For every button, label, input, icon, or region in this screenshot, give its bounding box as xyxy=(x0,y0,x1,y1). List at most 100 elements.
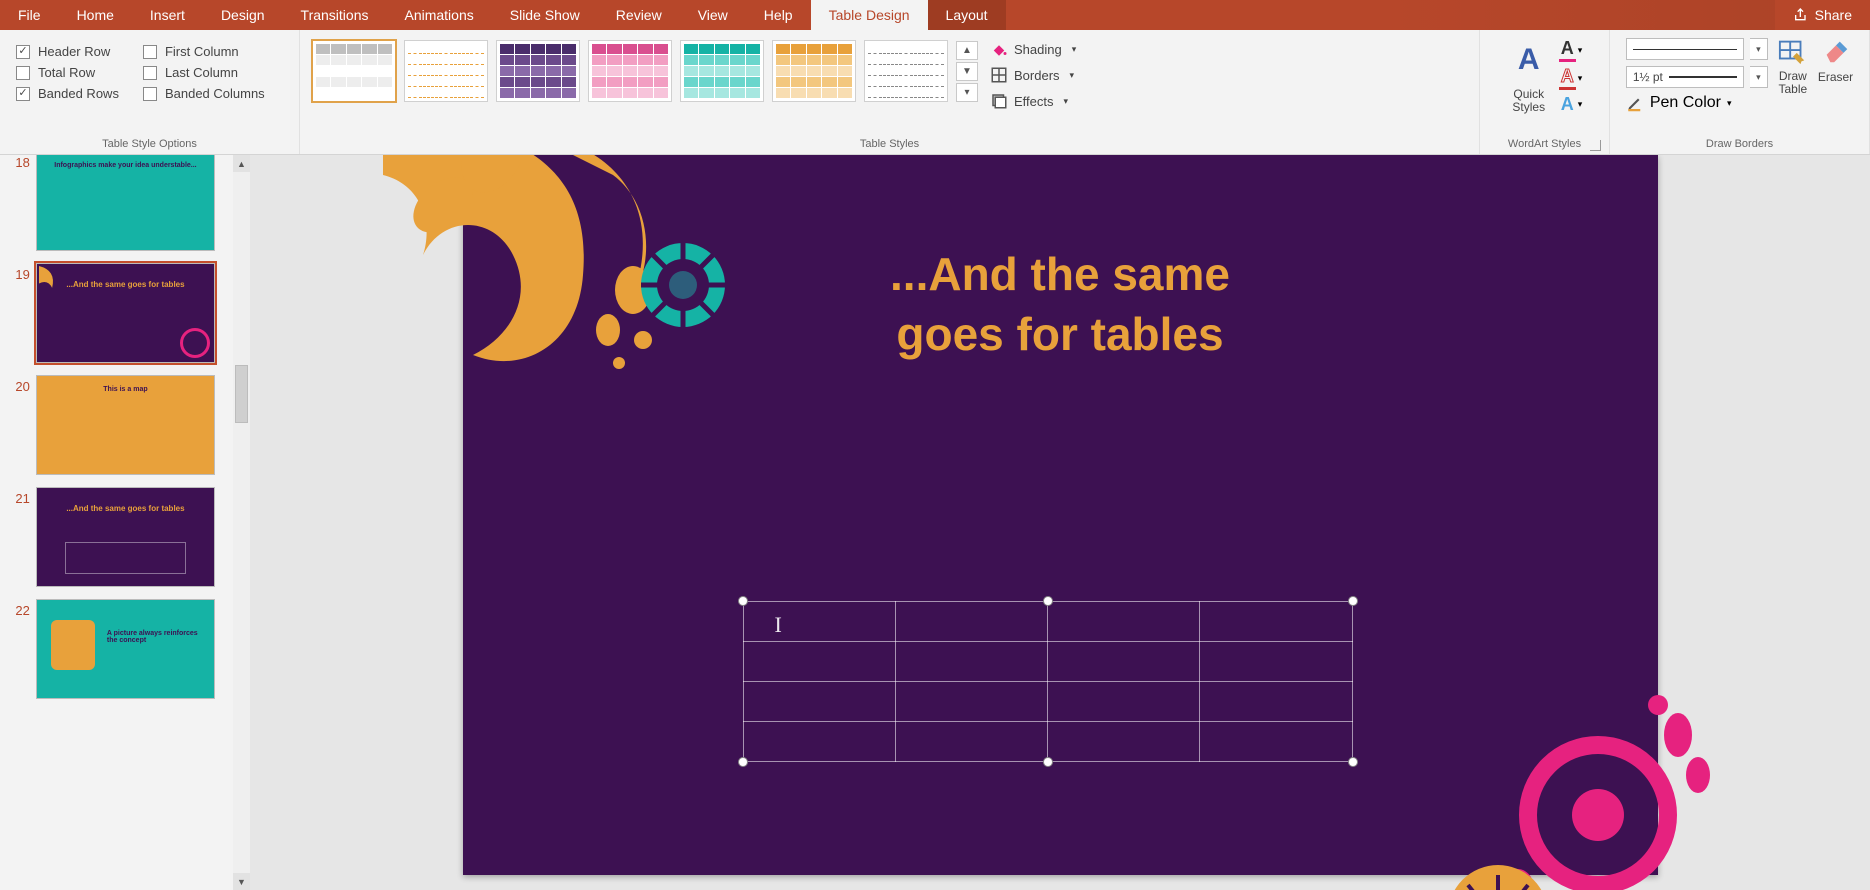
slide-canvas[interactable]: ...And the same goes for tables I xyxy=(463,155,1658,875)
slide-preview: This is a map xyxy=(36,375,215,475)
tab-insert[interactable]: Insert xyxy=(132,0,203,30)
gallery-up-button[interactable]: ▲ xyxy=(956,41,978,60)
shading-borders-effects: Shading▾ Borders▾ Effects▾ xyxy=(986,34,1080,112)
chevron-down-icon: ▾ xyxy=(1072,44,1077,55)
resize-handle[interactable] xyxy=(738,596,748,606)
pen-weight-dropdown[interactable]: 1½ pt▾ xyxy=(1626,66,1768,88)
text-effects-button[interactable]: A▾ xyxy=(1559,94,1583,115)
resize-handle[interactable] xyxy=(1043,757,1053,767)
share-button[interactable]: Share xyxy=(1775,0,1870,30)
tab-home[interactable]: Home xyxy=(59,0,132,30)
group-label: WordArt Styles xyxy=(1488,136,1601,154)
pen-icon xyxy=(1626,94,1644,112)
text-outline-button[interactable]: A▾ xyxy=(1559,66,1583,90)
share-icon xyxy=(1793,7,1809,23)
slide-thumbnail[interactable]: 20 This is a map xyxy=(0,369,219,481)
table-style-thumb[interactable] xyxy=(772,40,856,102)
table-style-gallery: ▲ ▼ ▾ xyxy=(312,34,978,102)
borders-button[interactable]: Borders▾ xyxy=(986,64,1080,86)
draw-table-button[interactable]: Draw Table xyxy=(1776,34,1810,96)
group-label: Draw Borders xyxy=(1618,136,1861,154)
shading-button[interactable]: Shading▾ xyxy=(986,38,1080,60)
resize-handle[interactable] xyxy=(1348,596,1358,606)
checkbox-icon xyxy=(143,66,157,80)
slide-preview: ...And the same goes for tables xyxy=(36,263,215,363)
check-banded-rows[interactable]: Banded Rows xyxy=(16,86,119,101)
group-wordart-styles: A Quick Styles A▾ A▾ A▾ WordArt Styles xyxy=(1480,30,1610,154)
check-total-row[interactable]: Total Row xyxy=(16,65,119,80)
text-effects-icon: A xyxy=(1559,94,1576,115)
eraser-button[interactable]: Eraser xyxy=(1818,34,1853,84)
table-style-thumb[interactable] xyxy=(312,40,396,102)
checkbox-icon xyxy=(143,87,157,101)
tab-review[interactable]: Review xyxy=(598,0,680,30)
thumbnail-list[interactable]: 18 Infographics make your idea understab… xyxy=(0,155,233,890)
borders-icon xyxy=(990,66,1008,84)
table-style-thumb[interactable] xyxy=(588,40,672,102)
draw-table-icon xyxy=(1776,34,1810,68)
resize-handle[interactable] xyxy=(1043,596,1053,606)
decorative-flower-icon xyxy=(1388,645,1728,890)
table-object[interactable]: I xyxy=(743,601,1353,762)
slide-table[interactable] xyxy=(743,601,1353,762)
chevron-down-icon: ▾ xyxy=(1064,96,1069,107)
slide-thumbnail[interactable]: 21 ...And the same goes for tables xyxy=(0,481,219,593)
table-style-thumb[interactable] xyxy=(680,40,764,102)
slide-title[interactable]: ...And the same goes for tables xyxy=(463,245,1658,365)
check-last-column[interactable]: Last Column xyxy=(143,65,265,80)
tab-design[interactable]: Design xyxy=(203,0,283,30)
check-header-row[interactable]: Header Row xyxy=(16,44,119,59)
group-label: Table Style Options xyxy=(8,136,291,154)
tab-transitions[interactable]: Transitions xyxy=(283,0,387,30)
resize-handle[interactable] xyxy=(1348,757,1358,767)
thumbnail-scrollbar[interactable]: ▲ ▼ xyxy=(233,155,250,890)
chevron-down-icon: ▾ xyxy=(1750,66,1768,88)
pen-settings: ▾ 1½ pt▾ Pen Color▾ xyxy=(1626,34,1768,112)
tab-help[interactable]: Help xyxy=(746,0,811,30)
chevron-down-icon: ▾ xyxy=(1070,70,1075,81)
gallery-down-button[interactable]: ▼ xyxy=(956,62,978,81)
slide-thumbnail[interactable]: 19 ...And the same goes for tables xyxy=(0,257,219,369)
style-options-col1: Header Row Total Row Banded Rows xyxy=(16,38,119,101)
slide-editor[interactable]: ...And the same goes for tables I xyxy=(250,155,1870,890)
ribbon: Header Row Total Row Banded Rows First C… xyxy=(0,30,1870,155)
workspace: 18 Infographics make your idea understab… xyxy=(0,155,1870,890)
check-first-column[interactable]: First Column xyxy=(143,44,265,59)
slide-preview: A picture always reinforces the concept xyxy=(36,599,215,699)
tab-layout[interactable]: Layout xyxy=(928,0,1006,30)
chevron-down-icon: ▾ xyxy=(1578,73,1583,84)
slide-thumbnail[interactable]: 18 Infographics make your idea understab… xyxy=(0,155,219,257)
gallery-more-button[interactable]: ▾ xyxy=(956,83,978,102)
tab-slide-show[interactable]: Slide Show xyxy=(492,0,598,30)
effects-button[interactable]: Effects▾ xyxy=(986,90,1080,112)
text-outline-icon: A xyxy=(1559,66,1576,90)
thumbnail-pane: 18 Infographics make your idea understab… xyxy=(0,155,250,890)
tab-file[interactable]: File xyxy=(0,0,59,30)
menu-bar: File Home Insert Design Transitions Anim… xyxy=(0,0,1870,30)
checkbox-icon xyxy=(16,45,30,59)
text-fill-button[interactable]: A▾ xyxy=(1559,38,1583,62)
bucket-icon xyxy=(990,40,1008,58)
pen-color-button[interactable]: Pen Color▾ xyxy=(1626,94,1768,112)
pen-style-dropdown[interactable]: ▾ xyxy=(1626,38,1768,60)
style-options-col2: First Column Last Column Banded Columns xyxy=(143,38,265,101)
effects-icon xyxy=(990,92,1008,110)
quick-styles-button[interactable]: A Quick Styles xyxy=(1507,34,1551,114)
resize-handle[interactable] xyxy=(738,757,748,767)
wordart-small-col: A▾ A▾ A▾ xyxy=(1559,34,1583,115)
tab-view[interactable]: View xyxy=(680,0,746,30)
tab-table-design[interactable]: Table Design xyxy=(811,0,928,30)
menu-spacer xyxy=(1006,0,1775,30)
table-style-thumb[interactable] xyxy=(864,40,948,102)
table-style-thumb[interactable] xyxy=(404,40,488,102)
wordart-preview-icon: A xyxy=(1507,34,1551,86)
check-banded-columns[interactable]: Banded Columns xyxy=(143,86,265,101)
scrollbar-thumb[interactable] xyxy=(235,365,248,423)
scroll-up-button[interactable]: ▲ xyxy=(233,155,250,172)
tab-animations[interactable]: Animations xyxy=(386,0,491,30)
scroll-down-button[interactable]: ▼ xyxy=(233,873,250,890)
slide-thumbnail[interactable]: 22 A picture always reinforces the conce… xyxy=(0,593,219,705)
table-style-thumb[interactable] xyxy=(496,40,580,102)
checkbox-icon xyxy=(143,45,157,59)
group-table-styles: ▲ ▼ ▾ Shading▾ Borders▾ Effects▾ xyxy=(300,30,1480,154)
